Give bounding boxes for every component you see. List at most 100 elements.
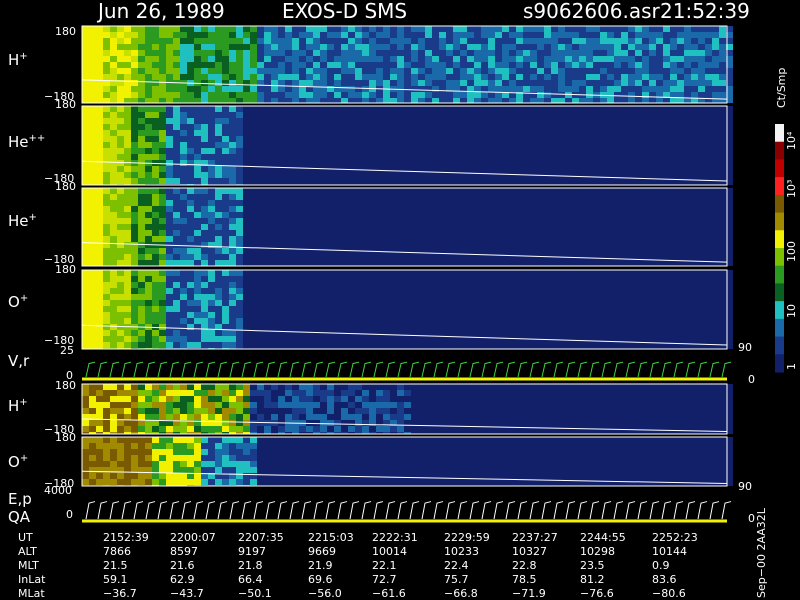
heatmap-cell-p2 — [355, 136, 362, 142]
heatmap-cell-p4 — [544, 276, 551, 282]
heatmap-cell-p2 — [145, 118, 152, 124]
heatmap-cell-p4 — [187, 318, 194, 324]
heatmap-cell-p1 — [89, 56, 96, 62]
heatmap-cell-p4 — [194, 300, 201, 306]
heatmap-cell-p1 — [537, 80, 544, 86]
heatmap-cell-p3 — [579, 224, 586, 230]
heatmap-cell-p1 — [649, 86, 656, 92]
heatmap-cell-p3 — [565, 260, 572, 266]
heatmap-cell-p1 — [152, 74, 159, 80]
heatmap-cell-p1 — [215, 50, 222, 56]
heatmap-cell-p4 — [180, 270, 187, 276]
heatmap-cell-p1 — [551, 44, 558, 50]
heatmap-cell-p1 — [229, 92, 236, 98]
heatmap-cell-p1 — [201, 38, 208, 44]
heatmap-cell-p2 — [383, 172, 390, 178]
heatmap-cell-p1 — [572, 68, 579, 74]
heatmap-cell-p1 — [201, 92, 208, 98]
heatmap-cell-p3 — [481, 224, 488, 230]
heatmap-cell-p2 — [418, 172, 425, 178]
heatmap-cell-p2 — [299, 136, 306, 142]
heatmap-cell-p1 — [271, 62, 278, 68]
heatmap-cell-p2 — [138, 112, 145, 118]
heatmap-cell-p1 — [579, 68, 586, 74]
heatmap-cell-p4 — [124, 288, 131, 294]
heatmap-cell-p2 — [404, 136, 411, 142]
heatmap-cell-p1 — [89, 86, 96, 92]
heatmap-cell-p1 — [355, 68, 362, 74]
heatmap-cell-p4 — [124, 318, 131, 324]
heatmap-cell-p4 — [264, 318, 271, 324]
heatmap-cell-p4 — [600, 312, 607, 318]
heatmap-cell-p2 — [96, 136, 103, 142]
heatmap-cell-p2 — [418, 178, 425, 184]
heatmap-cell-p3 — [523, 200, 530, 206]
heatmap-cell-p3 — [124, 224, 131, 230]
heatmap-cell-p4 — [376, 342, 383, 348]
heatmap-cell-p1 — [425, 80, 432, 86]
heatmap-cell-p1 — [474, 92, 481, 98]
heatmap-cell-p1 — [411, 80, 418, 86]
heatmap-cell-p2 — [159, 154, 166, 160]
heatmap-cell-p2 — [201, 136, 208, 142]
heatmap-cell-p3 — [257, 230, 264, 236]
heatmap-cell-p4 — [138, 282, 145, 288]
heatmap-cell-p2 — [341, 106, 348, 112]
heatmap-cell-p1 — [264, 26, 271, 32]
heatmap-cell-p3 — [117, 248, 124, 254]
heatmap-cell-p2 — [586, 106, 593, 112]
heatmap-cell-p2 — [264, 136, 271, 142]
heatmap-cell-p1 — [243, 38, 250, 44]
heatmap-cell-p4 — [292, 330, 299, 336]
heatmap-cell-p2 — [173, 178, 180, 184]
heatmap-cell-p2 — [131, 136, 138, 142]
heatmap-cell-p1 — [292, 38, 299, 44]
heatmap-cell-p4 — [460, 288, 467, 294]
heatmap-cell-p2 — [131, 142, 138, 148]
heatmap-cell-p2 — [152, 136, 159, 142]
heatmap-cell-p2 — [705, 166, 712, 172]
heatmap-cell-p1 — [292, 92, 299, 98]
heatmap-cell-p1 — [124, 62, 131, 68]
heatmap-cell-p3 — [600, 260, 607, 266]
heatmap-cell-p2 — [152, 178, 159, 184]
heatmap-cell-p3 — [572, 248, 579, 254]
heatmap-cell-p2 — [509, 118, 516, 124]
heatmap-cell-p3 — [523, 230, 530, 236]
heatmap-cell-p1 — [523, 32, 530, 38]
heatmap-cell-p2 — [348, 154, 355, 160]
heatmap-cell-p4 — [166, 294, 173, 300]
heatmap-cell-p1 — [684, 44, 691, 50]
heatmap-cell-p1 — [173, 62, 180, 68]
heatmap-cell-p3 — [523, 194, 530, 200]
heatmap-cell-p1 — [404, 92, 411, 98]
heatmap-cell-p4 — [362, 276, 369, 282]
heatmap-cell-p2 — [390, 160, 397, 166]
heatmap-cell-p4 — [369, 342, 376, 348]
heatmap-cell-p3 — [124, 248, 131, 254]
heatmap-cell-p4 — [271, 318, 278, 324]
heatmap-cell-p2 — [425, 148, 432, 154]
heatmap-cell-p3 — [257, 242, 264, 248]
heatmap-cell-p4 — [439, 276, 446, 282]
heatmap-cell-p2 — [460, 112, 467, 118]
heatmap-cell-p1 — [523, 56, 530, 62]
heatmap-cell-p4 — [635, 288, 642, 294]
heatmap-cell-p3 — [173, 236, 180, 242]
heatmap-cell-p1 — [271, 50, 278, 56]
heatmap-cell-p3 — [208, 212, 215, 218]
heatmap-cell-p2 — [96, 148, 103, 154]
heatmap-cell-p1 — [180, 98, 187, 103]
heatmap-cell-p4 — [523, 288, 530, 294]
heatmap-cell-p4 — [341, 300, 348, 306]
heatmap-cell-p2 — [397, 172, 404, 178]
heatmap-cell-p1 — [621, 50, 628, 56]
heatmap-cell-p1 — [313, 68, 320, 74]
heatmap-cell-p1 — [159, 74, 166, 80]
heatmap-cell-p3 — [383, 224, 390, 230]
heatmap-cell-p3 — [523, 218, 530, 224]
heatmap-cell-p2 — [523, 178, 530, 184]
heatmap-cell-p1 — [502, 74, 509, 80]
heatmap-cell-p2 — [124, 106, 131, 112]
heatmap-cell-p4 — [201, 312, 208, 318]
